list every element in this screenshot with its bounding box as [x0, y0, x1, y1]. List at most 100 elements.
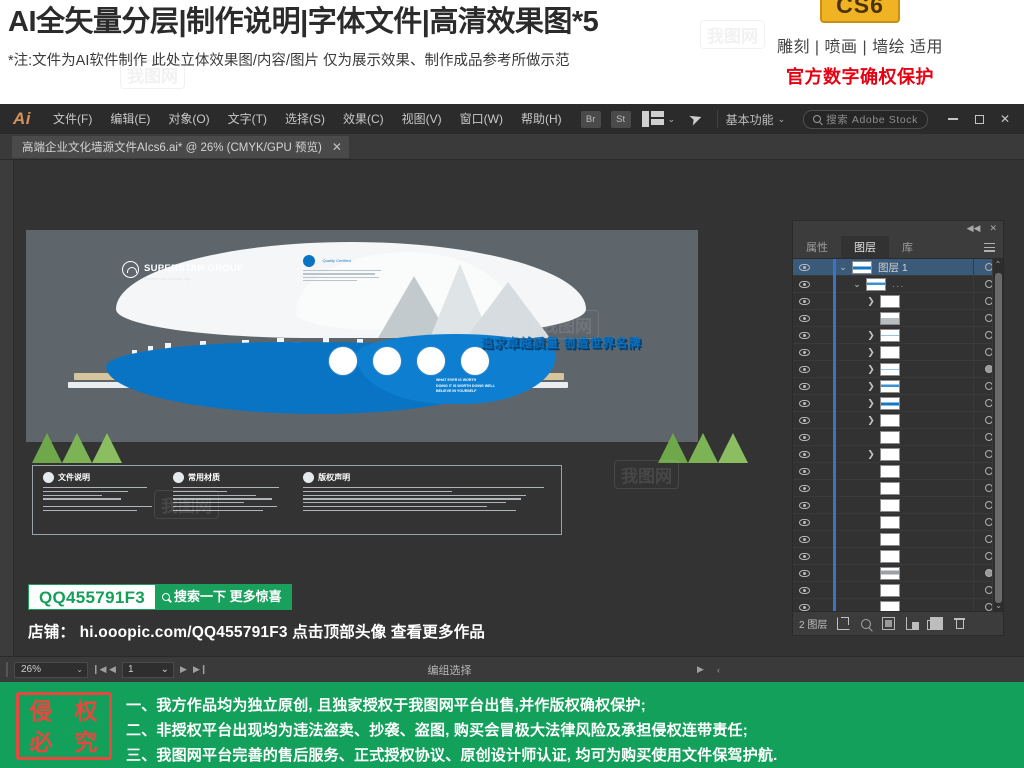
layer-visibility-toggle[interactable] — [793, 297, 815, 305]
layer-row[interactable] — [793, 598, 1003, 611]
last-artboard-icon[interactable]: ▶❙ — [193, 664, 207, 675]
chevron-down-icon[interactable]: ⌄ — [836, 262, 850, 273]
previous-artboard-icon[interactable]: ◀ — [107, 664, 118, 675]
panel-collapse-icon[interactable]: ◀◀ — [967, 224, 981, 233]
document-tab-close-icon[interactable]: ✕ — [332, 141, 342, 153]
layer-visibility-toggle[interactable] — [793, 501, 815, 509]
layer-visibility-toggle[interactable] — [793, 518, 815, 526]
layer-row[interactable]: ❯ — [793, 292, 1003, 310]
close-button[interactable]: ✕ — [992, 109, 1018, 129]
layer-row[interactable] — [793, 564, 1003, 582]
chevron-right-icon[interactable]: ❯ — [864, 398, 878, 409]
status-resize-grip-icon[interactable]: ‹ — [713, 665, 724, 675]
tab-layers[interactable]: 图层 — [841, 236, 889, 258]
chevron-right-icon[interactable]: ❯ — [864, 381, 878, 392]
chevron-right-icon[interactable]: ❯ — [864, 330, 878, 341]
stock-search-input[interactable]: 搜索 Adobe Stock — [803, 109, 928, 129]
chevron-right-icon[interactable]: ❯ — [864, 415, 878, 426]
layer-row[interactable]: ❯ — [793, 377, 1003, 395]
workspace-switcher[interactable]: 基本功能 — [726, 111, 774, 128]
menu-file[interactable]: 文件(F) — [44, 104, 101, 134]
layer-row[interactable]: ❯ — [793, 326, 1003, 344]
layer-row[interactable] — [793, 309, 1003, 327]
layer-visibility-toggle[interactable] — [793, 314, 815, 322]
layer-visibility-toggle[interactable] — [793, 569, 815, 577]
layer-row[interactable] — [793, 428, 1003, 446]
chevron-right-icon[interactable]: ❯ — [864, 296, 878, 307]
layer-visibility-toggle[interactable] — [793, 467, 815, 475]
minimize-button[interactable] — [940, 109, 966, 129]
layer-visibility-toggle[interactable] — [793, 280, 815, 288]
layer-row[interactable] — [793, 581, 1003, 599]
rocket-icon[interactable]: ➤ — [686, 107, 705, 130]
bridge-button[interactable]: Br — [580, 110, 601, 128]
layer-row[interactable]: ⌄ 图层 1 — [793, 259, 1003, 276]
stock-button[interactable]: St — [610, 110, 631, 128]
panel-close-icon[interactable]: ✕ — [989, 224, 997, 233]
zoom-chevron-down-icon[interactable]: ⌄ — [76, 663, 83, 677]
menu-type[interactable]: 文字(T) — [219, 104, 276, 134]
make-clipping-mask-icon[interactable] — [882, 617, 896, 630]
arrange-documents-icon[interactable] — [641, 111, 664, 127]
delete-layer-icon[interactable] — [954, 617, 966, 630]
layer-name[interactable]: ... — [892, 279, 973, 290]
next-artboard-icon[interactable]: ▶ — [178, 664, 189, 675]
qq-id-field[interactable]: QQ455791F3 — [28, 584, 157, 610]
menu-help[interactable]: 帮助(H) — [512, 104, 571, 134]
maximize-button[interactable] — [966, 109, 992, 129]
chevron-right-icon[interactable]: ❯ — [864, 449, 878, 460]
layer-row[interactable] — [793, 462, 1003, 480]
qq-search-button[interactable]: 搜索一下 更多惊喜 — [156, 584, 292, 610]
layer-row[interactable]: ❯ — [793, 343, 1003, 361]
menu-edit[interactable]: 编辑(E) — [101, 104, 159, 134]
layer-row[interactable] — [793, 479, 1003, 497]
locate-object-icon[interactable] — [861, 618, 872, 629]
layer-visibility-toggle[interactable] — [793, 535, 815, 543]
layer-visibility-toggle[interactable] — [793, 433, 815, 441]
layer-visibility-toggle[interactable] — [793, 348, 815, 356]
first-artboard-icon[interactable]: ❙◀ — [92, 664, 106, 675]
layer-row[interactable]: ❯ — [793, 445, 1003, 463]
tab-properties[interactable]: 属性 — [793, 236, 841, 258]
layer-name[interactable]: 图层 1 — [878, 260, 973, 275]
layers-panel[interactable]: ◀◀ ✕ 属性 图层 库 ⌄图层 1⌄...❯❯❯❯❯❯❯❯❯... ⌃ ⌄ — [792, 220, 1004, 636]
layer-row[interactable]: ❯ — [793, 394, 1003, 412]
artboard-chevron-down-icon[interactable]: ⌄ — [161, 664, 169, 675]
arrange-chevron-down-icon[interactable]: ⌄ — [668, 114, 676, 125]
chevron-right-icon[interactable]: ❯ — [864, 347, 878, 358]
chevron-down-icon[interactable]: ⌄ — [850, 279, 864, 290]
workspace-chevron-down-icon[interactable]: ⌄ — [778, 114, 786, 125]
create-new-layer-icon[interactable] — [927, 617, 944, 630]
menu-view[interactable]: 视图(V) — [393, 104, 451, 134]
status-menu-play-icon[interactable]: ▶ — [695, 664, 706, 675]
layer-visibility-toggle[interactable] — [793, 331, 815, 339]
layer-visibility-toggle[interactable] — [793, 263, 815, 271]
artboard[interactable]: SUPERSTAR GROUP Replace your company log… — [26, 230, 748, 463]
layer-visibility-toggle[interactable] — [793, 603, 815, 611]
collect-for-export-icon[interactable] — [837, 617, 851, 630]
layer-row[interactable] — [793, 496, 1003, 514]
layer-row[interactable]: ❯ — [793, 411, 1003, 429]
scrollbar-thumb[interactable] — [995, 273, 1002, 603]
document-tab[interactable]: 高端企业文化墙源文件AIcs6.ai* @ 26% (CMYK/GPU 预览) … — [12, 135, 349, 158]
zoom-level-field[interactable]: 26% ⌄ — [14, 661, 88, 678]
layer-visibility-toggle[interactable] — [793, 416, 815, 424]
create-sublayer-icon[interactable] — [906, 617, 920, 630]
layer-row[interactable] — [793, 513, 1003, 531]
layer-visibility-toggle[interactable] — [793, 484, 815, 492]
layer-visibility-toggle[interactable] — [793, 399, 815, 407]
menu-window[interactable]: 窗口(W) — [451, 104, 512, 134]
menu-select[interactable]: 选择(S) — [276, 104, 334, 134]
layer-row[interactable] — [793, 530, 1003, 548]
artboard-number-field[interactable]: 1 ⌄ — [122, 661, 174, 678]
layer-visibility-toggle[interactable] — [793, 450, 815, 458]
layer-list[interactable]: ⌄图层 1⌄...❯❯❯❯❯❯❯❯❯... ⌃ ⌄ — [793, 259, 1003, 611]
chevron-right-icon[interactable]: ❯ — [864, 364, 878, 375]
scroll-up-icon[interactable]: ⌃ — [993, 259, 1003, 270]
tools-panel-strip[interactable] — [0, 160, 14, 656]
panel-menu-icon[interactable] — [984, 243, 995, 254]
tab-libraries[interactable]: 库 — [889, 236, 926, 258]
scroll-down-icon[interactable]: ⌄ — [993, 600, 1003, 611]
layer-list-scrollbar[interactable]: ⌃ ⌄ — [992, 259, 1003, 611]
layer-row[interactable]: ❯ — [793, 360, 1003, 378]
